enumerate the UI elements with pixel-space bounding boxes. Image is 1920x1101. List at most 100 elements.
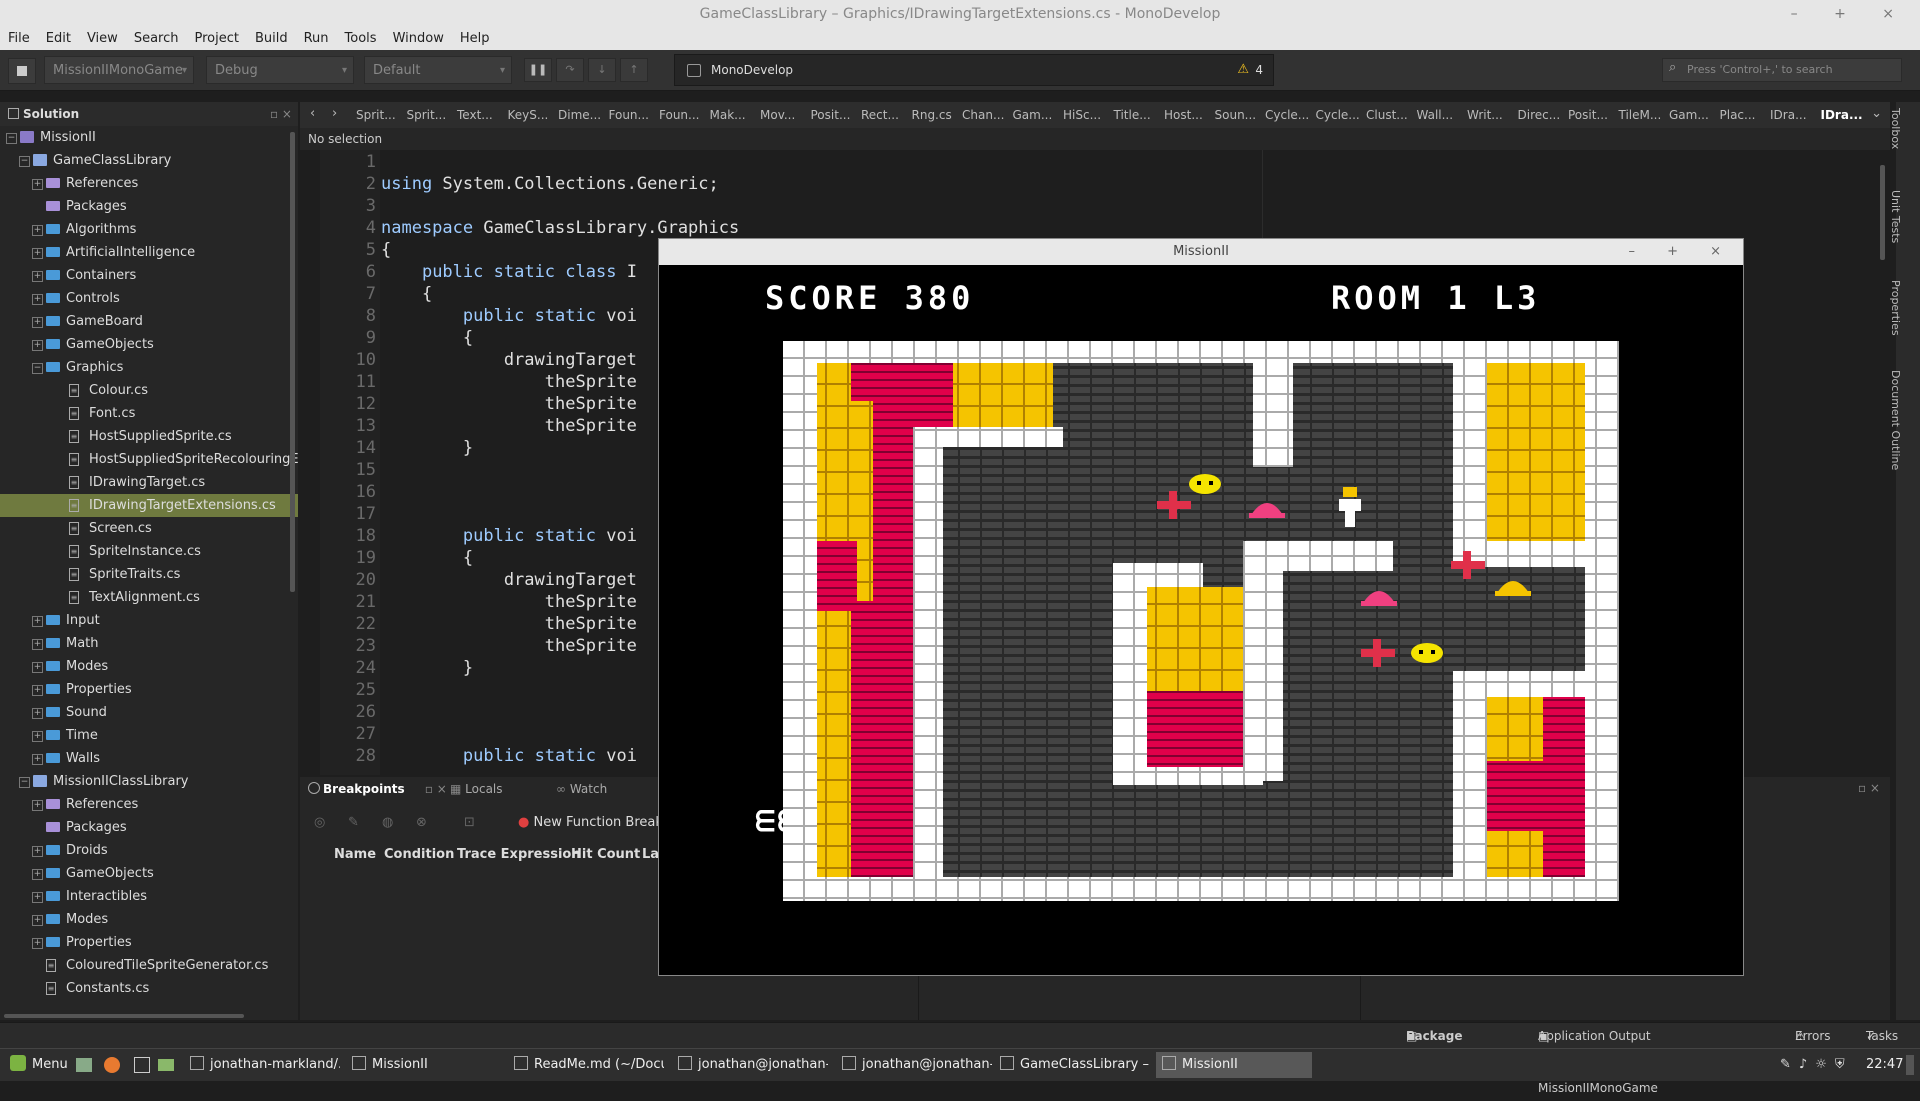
taskbar-window-button[interactable]: jonathan@jonathan-...: [836, 1052, 992, 1078]
tree-item[interactable]: ≡ TextAlignment.cs: [0, 586, 298, 609]
tree-hscrollbar[interactable]: [4, 1014, 244, 1018]
document-tab[interactable]: Sprit...: [407, 102, 447, 128]
document-tab[interactable]: Clust...: [1366, 102, 1408, 128]
tree-item[interactable]: + Sound: [0, 701, 298, 724]
document-tab[interactable]: TileM...: [1619, 102, 1662, 128]
taskbar-window-button[interactable]: ReadMe.md (~/Docu...: [508, 1052, 664, 1078]
expand-icon[interactable]: +: [32, 294, 43, 305]
tree-item[interactable]: ≡ HostSuppliedSprite.cs: [0, 425, 298, 448]
launcher-terminal-icon[interactable]: [76, 1052, 94, 1078]
clock[interactable]: 22:47: [1866, 1049, 1903, 1081]
tree-item[interactable]: ≡ SpriteTraits.cs: [0, 563, 298, 586]
properties-icon[interactable]: ⊡: [464, 815, 475, 830]
collapse-icon[interactable]: −: [6, 133, 17, 144]
taskbar-window-button[interactable]: MissionII: [1156, 1052, 1312, 1078]
tab-locals[interactable]: ▦ Locals: [450, 777, 503, 801]
start-menu-button[interactable]: Menu: [4, 1052, 76, 1078]
tree-item[interactable]: + ArtificialIntelligence: [0, 241, 298, 264]
document-tab[interactable]: Gam...: [1013, 102, 1053, 128]
tree-item[interactable]: + GameObjects: [0, 333, 298, 356]
document-tab[interactable]: Direc...: [1518, 102, 1561, 128]
target-select[interactable]: Default ▾: [364, 56, 512, 84]
document-tab[interactable]: Foun...: [609, 102, 649, 128]
menu-build[interactable]: Build: [247, 28, 296, 50]
collapse-icon[interactable]: −: [19, 777, 30, 788]
document-tab[interactable]: Posit...: [811, 102, 851, 128]
document-tab[interactable]: Gam...: [1669, 102, 1709, 128]
document-tab[interactable]: Cycle...: [1265, 102, 1309, 128]
expand-icon[interactable]: +: [32, 892, 43, 903]
tree-item[interactable]: + Walls: [0, 747, 298, 770]
new-breakpoint-button[interactable]: ● New Function Breakpc: [518, 815, 678, 830]
menu-project[interactable]: Project: [186, 28, 246, 50]
window-controls[interactable]: – + ×: [1791, 0, 1910, 28]
document-tab[interactable]: Sprit...: [356, 102, 396, 128]
document-tab[interactable]: IDra...: [1770, 102, 1807, 128]
launcher-shell-icon[interactable]: [134, 1052, 152, 1078]
tree-item[interactable]: + Math: [0, 632, 298, 655]
menu-view[interactable]: View: [79, 28, 126, 50]
col-last[interactable]: La: [642, 847, 659, 862]
document-tab[interactable]: Rng.cs: [912, 102, 952, 128]
expand-icon[interactable]: +: [32, 662, 43, 673]
expand-icon[interactable]: +: [32, 754, 43, 765]
tree-item[interactable]: + Containers: [0, 264, 298, 287]
tree-item[interactable]: ≡ SpriteInstance.cs: [0, 540, 298, 563]
tree-item[interactable]: + References: [0, 793, 298, 816]
expand-icon[interactable]: +: [32, 271, 43, 282]
tree-item[interactable]: + Interactibles: [0, 885, 298, 908]
tree-item[interactable]: − Graphics: [0, 356, 298, 379]
menu-edit[interactable]: Edit: [38, 28, 79, 50]
document-tab[interactable]: Soun...: [1215, 102, 1257, 128]
taskbar-window-button[interactable]: GameClassLibrary – ...: [994, 1052, 1150, 1078]
pad-close-icon[interactable]: ▫ ×: [270, 102, 292, 126]
tree-item[interactable]: − MissionII: [0, 126, 298, 149]
collapse-icon[interactable]: −: [19, 156, 30, 167]
expand-icon[interactable]: +: [32, 869, 43, 880]
tree-item[interactable]: + Time: [0, 724, 298, 747]
document-tab[interactable]: Rect...: [861, 102, 899, 128]
game-viewport[interactable]: SCORE 380 ROOM 1 L3 ᗴᗴ: [659, 265, 1743, 975]
tree-item[interactable]: + Properties: [0, 678, 298, 701]
toolbox-tab[interactable]: Toolbox: [1889, 108, 1902, 149]
menu-search[interactable]: Search: [126, 28, 187, 50]
document-tab[interactable]: KeyS...: [508, 102, 549, 128]
expand-icon[interactable]: +: [32, 639, 43, 650]
expand-icon[interactable]: +: [32, 731, 43, 742]
enable-icon[interactable]: ◎: [314, 815, 325, 830]
tab-list-icon[interactable]: ⌄: [1871, 102, 1882, 126]
expand-icon[interactable]: +: [32, 915, 43, 926]
tree-item[interactable]: ≡ HostSuppliedSpriteRecolouringExten: [0, 448, 298, 471]
game-window-controls[interactable]: – + ×: [1628, 239, 1735, 265]
pad-dock-icon[interactable]: ▫ ×: [425, 782, 447, 796]
document-tab[interactable]: Title...: [1114, 102, 1151, 128]
warning-icon[interactable]: ⚠: [1237, 55, 1249, 85]
taskbar-window-button[interactable]: jonathan-markland/...: [184, 1052, 340, 1078]
tree-item[interactable]: − GameClassLibrary: [0, 149, 298, 172]
document-tab[interactable]: Mov...: [760, 102, 795, 128]
tree-item[interactable]: + Droids: [0, 839, 298, 862]
tree-item[interactable]: Packages: [0, 816, 298, 839]
tree-item[interactable]: + GameObjects: [0, 862, 298, 885]
document-tab[interactable]: Dime...: [558, 102, 601, 128]
tab-scroll-left-icon[interactable]: ‹: [310, 102, 315, 126]
show-desktop-icon[interactable]: [1906, 1055, 1914, 1075]
document-tab[interactable]: HiSc...: [1063, 102, 1101, 128]
menu-run[interactable]: Run: [296, 28, 337, 50]
tree-item[interactable]: ≡ Screen.cs: [0, 517, 298, 540]
tree-item[interactable]: + GameBoard: [0, 310, 298, 333]
expand-icon[interactable]: +: [32, 179, 43, 190]
menu-file[interactable]: File: [0, 28, 38, 50]
tree-item[interactable]: + Modes: [0, 908, 298, 931]
launcher-firefox-icon[interactable]: [104, 1052, 122, 1078]
tab-breakpoints[interactable]: Breakpoints ▫ ×: [308, 777, 447, 801]
menu-window[interactable]: Window: [385, 28, 452, 50]
properties-tab[interactable]: Properties: [1889, 280, 1902, 336]
expand-icon[interactable]: +: [32, 846, 43, 857]
tree-item[interactable]: ≡ ColouredTileSpriteGenerator.cs: [0, 954, 298, 977]
editor-scrollbar[interactable]: [1880, 165, 1885, 260]
expand-icon[interactable]: +: [32, 708, 43, 719]
document-tab[interactable]: Posit...: [1568, 102, 1608, 128]
document-tab[interactable]: Mak...: [710, 102, 746, 128]
tree-item[interactable]: + References: [0, 172, 298, 195]
